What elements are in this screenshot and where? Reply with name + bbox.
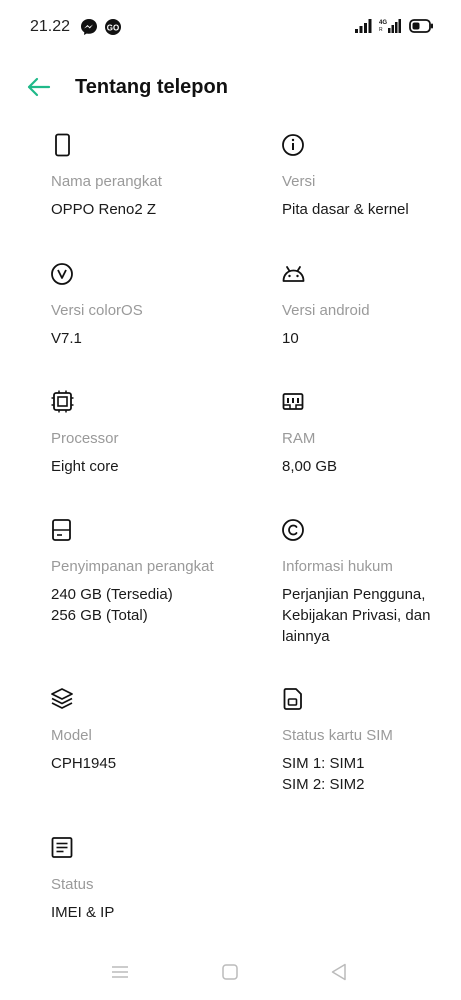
item-label: Versi — [282, 173, 316, 190]
coloros-version-item[interactable]: Versi colorOS V7.1 — [51, 262, 241, 352]
storage-icon — [51, 518, 75, 542]
sim-card-icon — [282, 687, 306, 711]
legal-line-3: lainnya — [282, 628, 330, 645]
item-label: Versi colorOS — [51, 302, 143, 319]
item-value: V7.1 — [51, 330, 82, 347]
sim-status-item[interactable]: Status kartu SIM SIM 1: SIM1 SIM 2: SIM2 — [282, 687, 461, 797]
storage-total-text: 256 GB (Total) — [51, 607, 148, 624]
navigation-bar — [0, 950, 461, 1000]
back-icon — [327, 963, 351, 988]
page-title: Tentang telepon — [75, 76, 228, 98]
processor-item[interactable]: Processor Eight core — [51, 390, 241, 480]
game-controller-icon: GO — [104, 18, 122, 41]
status-bar: 21.22 GO 4G R — [0, 0, 461, 56]
item-value: 240 GB (Tersedia) 256 GB (Total) — [51, 584, 173, 626]
item-label: Versi android — [282, 302, 370, 319]
item-label: Model — [51, 727, 92, 744]
arrow-left-icon — [26, 77, 52, 104]
home-icon — [218, 964, 242, 988]
svg-text:GO: GO — [107, 23, 119, 32]
sim1-status-text: SIM 1: SIM1 — [282, 755, 365, 772]
copyright-icon — [282, 518, 306, 542]
item-value: 10 — [282, 330, 299, 347]
back-button[interactable] — [26, 74, 56, 102]
coloros-icon — [51, 262, 75, 286]
sim2-status-text: SIM 2: SIM2 — [282, 776, 365, 793]
messenger-icon — [80, 18, 98, 41]
version-item[interactable]: Versi Pita dasar & kernel — [282, 133, 461, 223]
item-value: IMEI & IP — [51, 904, 115, 921]
app-header: Tentang telepon — [0, 60, 461, 116]
storage-item[interactable]: Penyimpanan perangkat 240 GB (Tersedia) … — [51, 518, 241, 628]
item-value: CPH1945 — [51, 755, 117, 772]
document-icon — [51, 836, 75, 860]
ram-item[interactable]: RAM 8,00 GB — [282, 390, 461, 480]
model-item[interactable]: Model CPH1945 — [51, 687, 241, 777]
item-label: Informasi hukum — [282, 558, 393, 575]
nav-back-button[interactable] — [327, 960, 355, 984]
item-label: RAM — [282, 430, 316, 447]
android-version-item[interactable]: Versi android 10 — [282, 262, 461, 352]
4g-signal-icon: 4G R — [379, 18, 403, 39]
layers-icon — [51, 687, 75, 711]
recent-apps-button[interactable] — [108, 960, 136, 984]
info-icon — [282, 133, 306, 157]
ram-icon — [282, 390, 306, 414]
phone-icon — [51, 133, 75, 157]
item-value: SIM 1: SIM1 SIM 2: SIM2 — [282, 753, 365, 795]
item-value: OPPO Reno2 Z — [51, 201, 157, 218]
legal-line-2: Kebijakan Privasi, dan — [282, 607, 431, 624]
legal-info-item[interactable]: Informasi hukum Perjanjian Pengguna, Keb… — [282, 518, 461, 648]
device-name-item[interactable]: Nama perangkat OPPO Reno2 Z — [51, 133, 241, 223]
svg-text:4G: 4G — [379, 20, 387, 26]
item-label: Nama perangkat — [51, 173, 162, 190]
signal-icon — [355, 19, 373, 38]
menu-icon — [108, 966, 132, 988]
item-label: Penyimpanan perangkat — [51, 558, 214, 575]
processor-icon — [51, 390, 75, 414]
item-value: Perjanjian Pengguna, Kebijakan Privasi, … — [282, 584, 430, 647]
android-icon — [282, 262, 306, 286]
status-item[interactable]: Status IMEI & IP — [51, 836, 241, 926]
legal-line-1: Perjanjian Pengguna, — [282, 586, 426, 603]
status-system-icons: 4G R — [355, 18, 433, 39]
svg-text:R: R — [379, 27, 383, 33]
status-notification-icons: GO — [80, 18, 122, 41]
item-value: 8,00 GB — [282, 458, 338, 475]
battery-icon — [409, 19, 433, 38]
item-value: Pita dasar & kernel — [282, 201, 409, 218]
status-time: 21.22 — [30, 18, 71, 35]
item-label: Status — [51, 876, 94, 893]
home-button[interactable] — [218, 960, 246, 984]
item-value: Eight core — [51, 458, 119, 475]
item-label: Processor — [51, 430, 119, 447]
storage-available-text: 240 GB (Tersedia) — [51, 586, 173, 603]
item-label: Status kartu SIM — [282, 727, 393, 744]
